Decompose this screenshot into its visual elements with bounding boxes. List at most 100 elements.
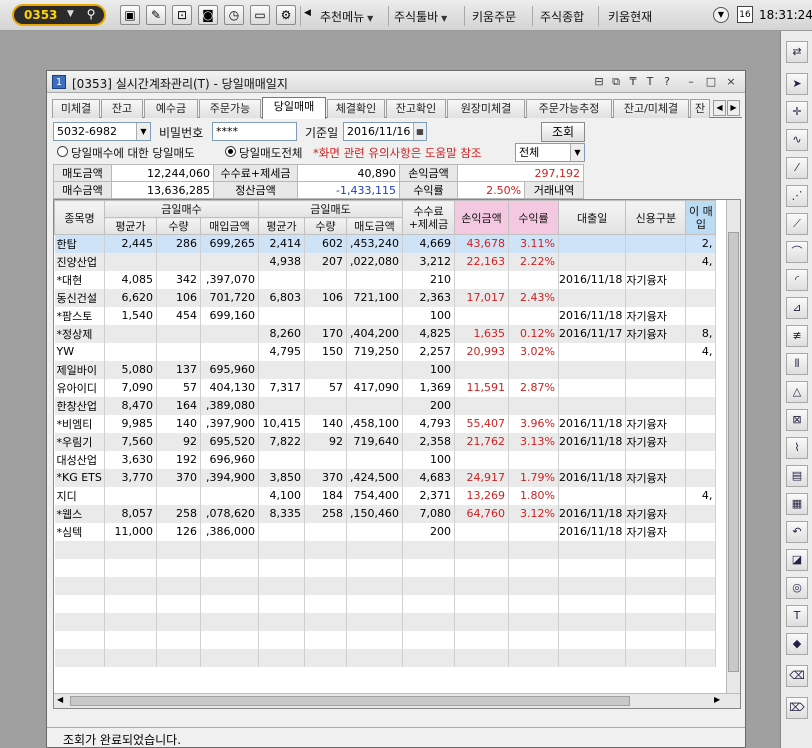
table-row[interactable]: 제일바이 5,080 137 695,960 100 <box>54 360 717 379</box>
font-icon[interactable]: T <box>642 73 658 90</box>
table-row[interactable]: *대현 4,085 342,397,070 210 2016/11/18 자기융자 <box>54 270 717 289</box>
triangle-icon[interactable]: △ <box>786 381 808 403</box>
lock-icon[interactable]: ⊡ <box>172 5 192 25</box>
table-row[interactable]: *팜스토 1,540 454 699,160 100 2016/11/18 자기융자 <box>54 306 717 325</box>
col-sell-avg[interactable]: 평균가 <box>258 217 305 235</box>
menu-stock-overview[interactable]: 주식종합 <box>540 8 584 25</box>
tab-balance[interactable]: 잔고 <box>101 99 143 118</box>
chevron-down-icon[interactable]: ▼ <box>136 123 150 140</box>
table-row[interactable]: *비엠티 9,985 140,397,900 10,415 140,458,100 4,7… <box>54 414 717 433</box>
col-sell-qty[interactable]: 수량 <box>304 217 347 235</box>
table-row[interactable]: *정상제 8,260 170,404,200 4,825 1,635 0.12% 2016/… <box>54 324 717 343</box>
calendar-icon[interactable]: ▦ <box>413 123 426 140</box>
ruler-icon[interactable]: ▤ <box>786 465 808 487</box>
pattern-icon[interactable]: ◪ <box>786 549 808 571</box>
col-buy-qty[interactable]: 수량 <box>156 217 201 235</box>
col-profit[interactable]: 손익금액 <box>454 200 509 235</box>
screen-code-combo[interactable]: 0353 ▼ ⚲ <box>12 4 106 26</box>
table-row[interactable]: 동신건설 6,620 106 701,720 6,803 106 721,100 2,363 1… <box>54 288 717 307</box>
col-sell-amount[interactable]: 매도금액 <box>346 217 403 235</box>
col-prev-buy[interactable]: 이 매입 <box>685 200 717 235</box>
table-row[interactable]: 대성산업 3,630 192 696,960 100 <box>54 450 717 469</box>
menu-stock-toolbar[interactable]: 주식툴바 ▼ <box>394 8 447 25</box>
tab-unfilled[interactable]: 미체결 <box>52 99 100 118</box>
cross-grid-icon[interactable]: ⊠ <box>786 409 808 431</box>
trade-history-button[interactable]: 거래내역 <box>524 181 584 199</box>
gear-icon[interactable]: ⚙ <box>276 5 296 25</box>
close-icon[interactable]: × <box>723 73 739 90</box>
grid-icon[interactable]: ▦ <box>786 493 808 515</box>
camera-icon[interactable]: ◙ <box>198 5 218 25</box>
table-row[interactable]: YW 4,795 150 719,250 2,257 20,993 3.02% 4, <box>54 342 717 361</box>
password-field[interactable]: **** <box>212 122 297 141</box>
search-icon[interactable]: ⚲ <box>82 7 100 23</box>
calendar-icon[interactable]: 16 <box>737 6 753 23</box>
wave-line-icon[interactable]: ∿ <box>786 129 808 151</box>
menu-kiwoom-order[interactable]: 키움주문 <box>472 8 516 25</box>
table-row[interactable]: 진양산업 4,938 207,022,080 3,212 22,163 2.22% 4, <box>54 252 717 271</box>
scroll-right-icon[interactable]: ▶ <box>714 695 720 704</box>
tab-balance-unfilled[interactable]: 잔고/미체결 <box>613 99 689 118</box>
table-row[interactable]: 지디 4,100 184 754,400 2,371 13,269 1.80% 4, <box>54 486 717 505</box>
copy-window-icon[interactable]: ⧉ <box>608 73 624 90</box>
pin-icon[interactable]: ₸ <box>625 73 641 90</box>
minimize-icon[interactable]: – <box>683 73 699 90</box>
eraser-all-icon[interactable]: ⌦ <box>786 697 808 719</box>
chevron-down-icon[interactable]: ▼ <box>67 9 74 19</box>
col-fee-tax[interactable]: 수수료 +제세금 <box>402 200 455 235</box>
gann-fan-icon[interactable]: ⊿ <box>786 297 808 319</box>
monitor-icon[interactable]: ▭ <box>250 5 270 25</box>
text-tool-icon[interactable]: T <box>786 605 808 627</box>
window-titlebar[interactable]: 1 [0353] 실시간계좌관리(T) - 당일매매일지 ⊟ ⧉ ₸ T ? –… <box>47 71 745 93</box>
vertical-scroll-thumb[interactable] <box>728 232 739 672</box>
horizontal-scroll-thumb[interactable] <box>70 696 630 706</box>
horizontal-scrollbar[interactable]: ◀ ▶ <box>54 693 740 708</box>
swap-icon[interactable]: ⇄ <box>786 41 808 63</box>
table-row[interactable]: *우림기 7,560 92 695,520 7,822 92 719,640 2,358 21,… <box>54 432 717 451</box>
vertical-scrollbar[interactable] <box>726 200 740 693</box>
menu-kiwoom-current[interactable]: 키움현재 <box>608 8 652 25</box>
menu-scroll-left-icon[interactable]: ◀ <box>304 8 311 18</box>
tab-balance-confirm[interactable]: 잔고확인 <box>386 99 446 118</box>
circle-icon[interactable]: ◎ <box>786 577 808 599</box>
radio-all-sell[interactable] <box>225 146 236 157</box>
col-buy-amount[interactable]: 매입금액 <box>200 217 259 235</box>
tab-prev-icon[interactable]: ◀ <box>713 100 726 116</box>
restore-layout-icon[interactable]: ⊟ <box>591 73 607 90</box>
tab-ledger-unfilled[interactable]: 원장미체결 <box>447 99 525 118</box>
tab-orderable-estimate[interactable]: 주문가능추정 <box>526 99 612 118</box>
col-credit-type[interactable]: 신용구분 <box>625 200 687 235</box>
menu-recommend[interactable]: 추천메뉴 ▼ <box>320 8 373 25</box>
base-date-field[interactable]: 2016/11/16 ▦ <box>343 122 427 141</box>
help-icon[interactable]: ? <box>659 73 675 90</box>
table-row[interactable]: 유아이디 7,090 57 404,130 7,317 57 417,090 1,369 11,… <box>54 378 717 397</box>
maximize-icon[interactable]: □ <box>703 73 719 90</box>
table-row[interactable]: *KG ETS 3,770 370,394,900 3,850 370,424,500 4… <box>54 468 717 487</box>
parallel-lines-icon[interactable]: ⦀ <box>786 353 808 375</box>
clock-icon[interactable]: ◷ <box>224 5 244 25</box>
wave-cycle-icon[interactable]: ⌇ <box>786 437 808 459</box>
col-buy-avg[interactable]: 평균가 <box>104 217 157 235</box>
col-stock-name[interactable]: 종목명 <box>54 200 105 235</box>
tab-orderable[interactable]: 주문가능 <box>199 99 261 118</box>
table-row[interactable]: 한탑 2,445 286 699,265 2,414 602,453,240 4,669 43… <box>54 234 717 253</box>
zigzag-icon[interactable]: ⋰ <box>786 185 808 207</box>
shapes-icon[interactable]: ◆ <box>786 633 808 655</box>
chevron-down-circle-icon[interactable]: ▼ <box>713 7 729 23</box>
account-select[interactable]: 5032-6982 ▼ <box>53 122 151 141</box>
filter-select[interactable]: 전체 ▼ <box>515 143 585 162</box>
table-row[interactable]: 한창산업 8,470 164,389,080 200 <box>54 396 717 415</box>
scroll-left-icon[interactable]: ◀ <box>57 695 63 704</box>
cursor-icon[interactable]: ➤ <box>786 73 808 95</box>
fan-icon[interactable]: ◜ <box>786 269 808 291</box>
tab-daily-trade[interactable]: 당일매매 <box>262 97 326 119</box>
table-row[interactable]: *웹스 8,057 258,078,620 8,335 258,150,460 7,080… <box>54 504 717 523</box>
arc-line-icon[interactable]: ⌒ <box>786 241 808 263</box>
table-row[interactable]: *심텍 11,000 126,386,000 200 2016/11/18 자기융자 <box>54 522 717 541</box>
eraser-icon[interactable]: ⌫ <box>786 665 808 687</box>
channel-icon[interactable]: ≢ <box>786 325 808 347</box>
radio-buy-based-sell[interactable] <box>57 146 68 157</box>
trend-line-icon[interactable]: ⁄ <box>786 157 808 179</box>
line-tool-icon[interactable]: ⟋ <box>786 213 808 235</box>
tab-next-icon[interactable]: ▶ <box>727 100 740 116</box>
